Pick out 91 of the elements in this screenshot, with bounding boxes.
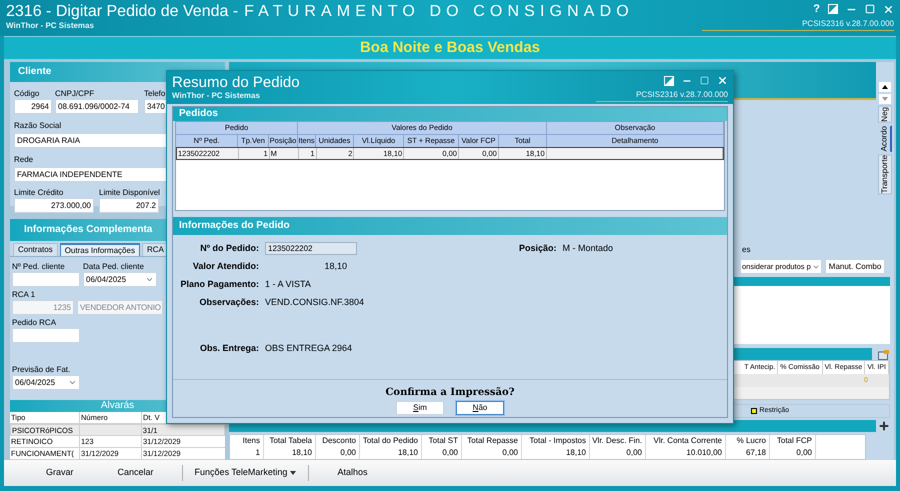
side-tab[interactable]: Neg xyxy=(878,106,892,123)
column-header: % Lucro xyxy=(726,435,770,447)
restore-icon[interactable] xyxy=(664,76,674,86)
text-field[interactable] xyxy=(12,328,80,343)
toolbar-button[interactable]: Gravar xyxy=(40,466,80,480)
version-label: PCSIS2316 v.28.7.00.000 xyxy=(702,18,894,31)
table-cell: 18,10 xyxy=(522,447,590,459)
table-cell: 1 xyxy=(230,447,264,459)
orders-header: Pedidos xyxy=(173,107,727,121)
column-header: Total do Pedido xyxy=(360,435,422,447)
field-label: Data Ped. cliente xyxy=(83,262,144,272)
column-header: Total FCP xyxy=(770,435,816,447)
column-header: Itens xyxy=(230,435,264,447)
field-label: es xyxy=(742,244,750,256)
column-header: Total - Impostos xyxy=(522,435,590,447)
order-number-field: 1235022202 xyxy=(265,242,357,255)
close-icon[interactable] xyxy=(883,4,894,14)
date-dropdown[interactable]: 06/04/2025 xyxy=(83,272,157,287)
table-cell: 0,00 xyxy=(316,447,360,459)
column-header: Total ST xyxy=(422,435,462,447)
table-cell: 10.010,00 xyxy=(646,447,726,459)
field-label: Razão Social xyxy=(14,121,62,131)
field-label: Previsão de Fat. xyxy=(12,365,70,375)
version-label: PCSIS2316 v.28.7.00.000 xyxy=(596,89,728,102)
tab[interactable]: Outras Informações xyxy=(60,243,140,256)
confirm-question: Confirma a Impressão? xyxy=(385,387,515,398)
text-field[interactable]: 08.691.096/0002-74 xyxy=(55,99,139,114)
table-cell: 18,10 xyxy=(360,447,422,459)
field-label: Nº Ped. cliente xyxy=(12,262,65,272)
up-arrow-icon xyxy=(882,85,888,89)
chevron-icon xyxy=(145,275,154,284)
table-cell: 67,18 xyxy=(726,447,770,459)
add-icon[interactable] xyxy=(878,420,890,432)
field-value: VEND.CONSIG.NF.3804 xyxy=(265,296,364,309)
field-label: Valor Atendido: xyxy=(192,260,259,273)
column-header: Vlr. Conta Corrente xyxy=(646,435,726,447)
field-label: Posição: xyxy=(519,242,557,255)
table-cell: 0,00 xyxy=(590,447,646,459)
date-dropdown[interactable]: 06/04/2025 xyxy=(12,375,80,390)
dialog-button[interactable]: Sim xyxy=(396,401,444,415)
field-label: Limite Disponível xyxy=(99,188,160,198)
module-title: FATURAMENTO DO CONSIGNADO xyxy=(244,3,634,21)
window-title: 2316 - Digitar Pedido de Venda - xyxy=(6,3,238,21)
table-cell: 18,10 xyxy=(264,447,316,459)
down-arrow-icon xyxy=(882,97,888,101)
menu-button[interactable]: Funções TeleMarketing xyxy=(188,466,302,480)
field-label: Observações: xyxy=(198,296,259,309)
field-label: Nº do Pedido: xyxy=(199,242,259,255)
text-field[interactable] xyxy=(12,272,80,287)
field-label: Limite Crédito xyxy=(14,188,64,198)
dialog-button[interactable]: Não xyxy=(456,401,504,415)
toolbar-button[interactable]: Atalhos xyxy=(331,466,374,480)
window-subtitle: WinThor - PC Sistemas xyxy=(6,21,95,31)
text-field[interactable]: 207.2 xyxy=(99,198,159,213)
field-label: Obs. Entrega: xyxy=(198,342,259,355)
column-header: Vlr. Desc. Fin. xyxy=(590,435,646,447)
export-icon[interactable] xyxy=(878,348,890,360)
maximize-icon[interactable] xyxy=(700,76,709,85)
field-label: Rede xyxy=(14,155,34,165)
column-header: Total Tabela xyxy=(264,435,316,447)
text-field[interactable]: 273.000,00 xyxy=(14,198,94,213)
tab[interactable]: Contratos xyxy=(13,243,58,256)
field-label: Telefo xyxy=(144,89,166,99)
scroll-up-button[interactable] xyxy=(879,82,891,92)
table-cell: 0,00 xyxy=(770,447,816,459)
column-header: Total Repasse xyxy=(462,435,522,447)
field-value: 1 - A VISTA xyxy=(265,278,311,291)
field-label: Código xyxy=(14,89,40,99)
dialog-subtitle: WinThor - PC Sistemas xyxy=(172,91,261,101)
text-field[interactable]: 2964 xyxy=(14,99,52,114)
field-value: 18,10 xyxy=(323,260,347,273)
combo-button[interactable]: Manut. Combo xyxy=(824,259,886,274)
field-label: CNPJ/CPF xyxy=(55,89,94,99)
field-value: OBS ENTREGA 2964 xyxy=(265,342,352,355)
side-tab[interactable]: Acordo xyxy=(878,124,892,152)
field-label: RCA 1 xyxy=(12,290,36,300)
close-icon[interactable] xyxy=(717,75,728,86)
field-label: Plano Pagamento: xyxy=(179,278,259,291)
column-header: Desconto xyxy=(316,435,360,447)
table-cell: 0,00 xyxy=(422,447,462,459)
toolbar-button[interactable]: Cancelar xyxy=(112,466,160,480)
restore-icon[interactable] xyxy=(828,4,838,14)
caret-icon xyxy=(290,471,296,475)
tab[interactable]: RCA xyxy=(142,243,169,256)
chevron-icon xyxy=(68,378,77,387)
table-cell: 0,00 xyxy=(462,447,522,459)
details-header: Informações do Pedido xyxy=(173,217,727,235)
side-tab[interactable]: Transporte xyxy=(878,154,892,194)
field-value: M - Montado xyxy=(562,242,614,255)
greeting-banner: Boa Noite e Boas Vendas xyxy=(4,36,896,60)
field-label: Pedido RCA xyxy=(12,318,56,328)
